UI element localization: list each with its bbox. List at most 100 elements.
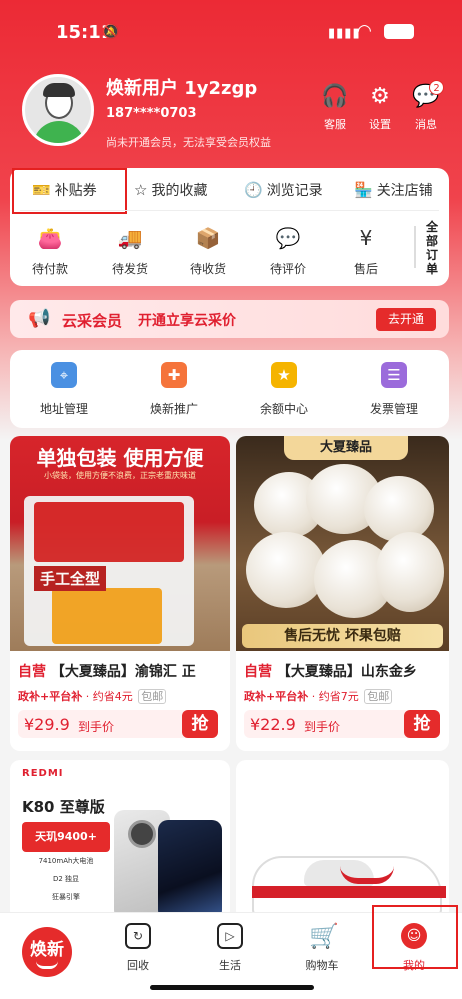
shoe-swoosh — [340, 866, 394, 884]
battery-icon — [384, 24, 414, 39]
membership-desc: 开通立享云采价 — [138, 313, 236, 329]
price-suffix: 到手价 — [304, 720, 341, 734]
tab-coupons-label: 补贴券 — [54, 183, 97, 199]
self-operated-tag: 自营 — [244, 664, 272, 680]
logo-text: 焕新 — [30, 940, 64, 960]
me-tab-highlight-box — [372, 905, 458, 969]
package-icon: 📦 — [195, 226, 221, 250]
settings-button[interactable]: ⚙ 设置 — [359, 84, 401, 132]
product-card[interactable] — [236, 760, 449, 920]
all-orders-link[interactable]: 全部订单 — [422, 220, 442, 276]
tab-recycle[interactable]: ↻ 回收 — [108, 923, 168, 973]
order-after-sales[interactable]: ¥ 售后 — [336, 224, 396, 277]
megaphone-icon: 📢 — [28, 308, 51, 329]
membership-activate-button[interactable]: 去开通 — [376, 308, 436, 331]
price-suffix: 到手价 — [78, 720, 115, 734]
spec-line: 狂暴引擎 — [52, 893, 80, 901]
services-card: ⌖ 地址管理 ✚ 焕新推广 ★ 余额中心 ☰ 发票管理 — [10, 350, 449, 428]
package-text: 手工全型 — [34, 566, 107, 591]
savings-tag: · 约省4元 — [85, 690, 133, 703]
tab-coupons[interactable]: 🎫 补贴券 — [32, 178, 97, 202]
subsidy-tag: 政补+平台补 — [18, 690, 83, 703]
service-invoice[interactable]: ☰ 发票管理 — [354, 362, 434, 417]
wifi-icon: ◠ — [357, 21, 372, 41]
messages-label: 消息 — [415, 118, 437, 131]
coin-icon: ★ — [271, 362, 297, 388]
tab-favorites-label: 我的收藏 — [151, 183, 208, 199]
product-card[interactable]: 大夏臻品 售后无忧 坏果包赔 自营 【大夏臻品】山东金乡 政补+平台补 · 约省… — [236, 436, 449, 751]
free-shipping-tag: 包邮 — [364, 689, 393, 704]
shoe-sole-stripe — [252, 886, 446, 898]
avatar[interactable] — [22, 74, 94, 146]
product-price: ¥22.9 — [250, 715, 296, 734]
mute-icon: 🔕 — [102, 24, 120, 40]
tab-history[interactable]: 🕘 浏览记录 — [244, 178, 323, 202]
user-name[interactable]: 焕新用户 1y2zgp — [106, 74, 257, 100]
product-card[interactable]: REDMI K80 至尊版 天玑9400+ 7410mAh大电池 D2 独显 狂… — [10, 760, 230, 920]
home-indicator[interactable] — [150, 985, 314, 990]
garlic-bulb — [376, 532, 444, 612]
hotpot-block — [52, 588, 162, 644]
chip-label: 天玑9400+ — [22, 822, 110, 852]
store-icon: 🏪 — [354, 181, 373, 199]
comment-icon: 💬 — [275, 226, 301, 250]
product-card[interactable]: 单独包装 使用方便 小袋装，使用方便不浪费，正宗老重庆味道 手工全型 自营 【大… — [10, 436, 230, 751]
membership-title: 云采会员 — [62, 312, 123, 330]
product-tags: 政补+平台补 · 约省7元 包邮 — [244, 688, 393, 704]
garlic-bulb — [364, 476, 434, 542]
grab-button[interactable]: 抢 — [404, 710, 440, 738]
price-bar: ¥29.9 到手价 抢 — [18, 710, 218, 738]
order-pending-review[interactable]: 💬 待评价 — [258, 224, 318, 277]
product-tags: 政补+平台补 · 约省4元 包邮 — [18, 688, 167, 704]
refund-icon: ¥ — [359, 226, 373, 250]
tab-stores-label: 关注店铺 — [376, 183, 433, 199]
divider — [414, 226, 416, 268]
messages-button[interactable]: 💬 2 消息 — [405, 80, 447, 132]
quick-access-card: 🎫 补贴券 ☆ 我的收藏 🕘 浏览记录 🏪 关注店铺 👛 待付款 🚚 待发货 📦 待收货 💬 待… — [10, 168, 449, 286]
tab-favorites[interactable]: ☆ 我的收藏 — [134, 178, 207, 202]
tab-label: 生活 — [219, 959, 241, 972]
grab-button[interactable]: 抢 — [182, 710, 218, 738]
product-image: 大夏臻品 售后无忧 坏果包赔 — [236, 436, 449, 651]
tab-cart[interactable]: 🛒 购物车 — [292, 923, 352, 973]
service-address[interactable]: ⌖ 地址管理 — [24, 362, 104, 417]
brand-label: REDMI — [22, 768, 64, 779]
product-title: 自营 【大夏臻品】渝锦汇 正 — [18, 661, 224, 681]
service-label: 焕新推广 — [149, 402, 198, 416]
message-badge: 2 — [429, 80, 444, 95]
product-image: 单独包装 使用方便 小袋装，使用方便不浪费，正宗老重庆味道 手工全型 — [10, 436, 230, 651]
play-icon: ▷ — [217, 923, 243, 949]
tab-life[interactable]: ▷ 生活 — [200, 923, 260, 973]
member-status: 尚未开通会员，无法享受会员权益 — [106, 136, 271, 149]
camera-icon — [128, 820, 156, 848]
divider — [20, 210, 439, 211]
order-pending-payment[interactable]: 👛 待付款 — [20, 224, 80, 277]
settings-label: 设置 — [369, 118, 391, 131]
tab-followed-stores[interactable]: 🏪 关注店铺 — [354, 178, 433, 202]
spec-line: 7410mAh大电池 — [38, 857, 94, 865]
image-subheading: 小袋装，使用方便不浪费，正宗老重庆味道 — [44, 471, 196, 480]
headset-icon: 🎧 — [321, 84, 349, 109]
recycle-icon: ↻ — [125, 923, 151, 949]
subsidy-tag: 政补+平台补 — [244, 690, 309, 703]
user-plus-icon: ✚ — [161, 362, 187, 388]
order-label: 待评价 — [269, 262, 306, 276]
package-image: 手工全型 — [24, 496, 194, 646]
order-pending-receipt[interactable]: 📦 待收货 — [178, 224, 238, 277]
status-bar: 15:11 🔕 ▮▮▮▮ ◠ — [0, 0, 462, 64]
customer-service-button[interactable]: 🎧 客服 — [314, 84, 356, 132]
image-footer: 售后无忧 坏果包赔 — [242, 624, 443, 648]
order-label: 售后 — [353, 262, 378, 276]
product-price: ¥29.9 — [24, 715, 70, 734]
service-promotion[interactable]: ✚ 焕新推广 — [134, 362, 214, 417]
home-logo-button[interactable]: 焕新 — [22, 927, 72, 977]
membership-banner[interactable]: 📢 云采会员 开通立享云采价 去开通 — [10, 300, 449, 338]
invoice-icon: ☰ — [381, 362, 407, 388]
order-pending-shipment[interactable]: 🚚 待发货 — [100, 224, 160, 277]
history-icon: 🕘 — [244, 181, 263, 199]
service-label: 地址管理 — [39, 402, 88, 416]
order-label: 待付款 — [31, 262, 68, 276]
phone-front-image — [158, 820, 222, 920]
tab-history-label: 浏览记录 — [266, 183, 323, 199]
service-balance[interactable]: ★ 余额中心 — [244, 362, 324, 417]
